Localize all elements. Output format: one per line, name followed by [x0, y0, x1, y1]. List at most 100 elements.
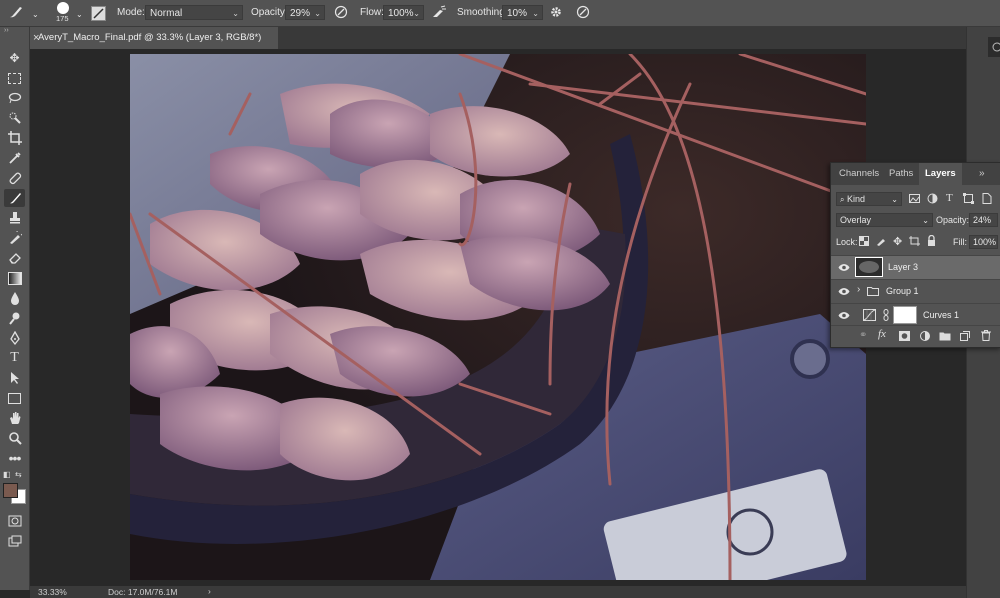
path-select-icon[interactable] [4, 369, 25, 387]
brush-preview-icon[interactable] [57, 2, 69, 14]
opacity-label: Opacity: [251, 7, 288, 18]
eye-icon[interactable] [838, 287, 850, 297]
smoothing-value: 10% [507, 8, 528, 19]
filter-adjustment-icon[interactable] [927, 193, 938, 207]
hand-icon[interactable] [4, 409, 25, 427]
tab-layers[interactable]: Layers [919, 163, 962, 185]
opacity-field[interactable]: 29% ⌄ [285, 5, 325, 20]
rectangle-icon[interactable] [4, 389, 25, 407]
brush-picker-chevron-icon[interactable]: ⌄ [76, 8, 83, 22]
fill-label: Fill: [953, 237, 967, 247]
layer-opacity-value: 24% [973, 215, 992, 225]
pen-icon[interactable] [4, 329, 25, 347]
gradient-icon[interactable] [4, 269, 25, 287]
lock-pixels-icon[interactable] [876, 236, 886, 249]
add-mask-icon[interactable] [899, 331, 910, 344]
curves-adjustment-icon [863, 309, 876, 324]
quick-select-icon[interactable] [4, 109, 25, 127]
panel-menu-icon[interactable]: » [979, 168, 985, 179]
lock-icon[interactable] [927, 234, 936, 249]
blur-icon[interactable] [4, 289, 25, 307]
marquee-icon[interactable] [4, 69, 25, 87]
mode-label: Mode: [117, 7, 145, 18]
document-tab[interactable]: AveryT_Macro_Final.pdf @ 33.3% (Layer 3,… [30, 27, 278, 49]
stamp-icon[interactable] [4, 209, 25, 227]
brush-tool-icon[interactable] [4, 189, 25, 207]
trash-icon[interactable] [981, 330, 991, 344]
lock-position-icon[interactable]: ✥ [893, 235, 902, 248]
filter-pixel-icon[interactable] [909, 193, 920, 207]
new-layer-icon[interactable] [960, 331, 970, 344]
filter-smart-object-icon[interactable] [982, 193, 992, 207]
folder-icon[interactable] [939, 331, 951, 344]
airbrush-icon[interactable] [431, 5, 447, 22]
document-image[interactable] [130, 54, 866, 580]
chevron-down-icon: ⌄ [532, 9, 539, 18]
layer-name[interactable]: Layer 3 [888, 262, 918, 272]
fill-value: 100% [973, 237, 997, 247]
zoom-icon[interactable] [4, 429, 25, 447]
new-adjustment-icon[interactable] [920, 331, 930, 344]
smoothing-field[interactable]: 10% ⌄ [502, 5, 543, 20]
layer-mask-thumbnail[interactable] [893, 306, 917, 324]
layer-row-group-1[interactable]: › Group 1 [831, 279, 1000, 303]
more-icon[interactable]: ••• [4, 449, 25, 467]
blend-mode-dropdown[interactable]: Overlay ⌄ [836, 213, 933, 227]
lasso-icon[interactable] [4, 89, 25, 107]
eye-icon[interactable] [838, 263, 850, 273]
options-bar: ⌄ 175 ⌄ Mode: Normal ⌄ Opacity: 29% ⌄ Fl… [0, 0, 1000, 27]
link-layers-icon[interactable]: ⚭ [859, 330, 867, 341]
quick-mask-icon[interactable] [4, 512, 25, 530]
gear-icon[interactable] [549, 5, 563, 22]
layer-name[interactable]: Curves 1 [923, 310, 959, 320]
dodge-icon[interactable] [4, 309, 25, 327]
layer-name[interactable]: Group 1 [886, 286, 919, 296]
crop-icon[interactable] [4, 129, 25, 147]
brush-settings-icon[interactable] [91, 6, 106, 21]
fx-icon[interactable]: fx [878, 328, 886, 340]
lock-label: Lock: [836, 237, 858, 247]
layer-opacity-field[interactable]: 24% [969, 213, 998, 227]
lock-transparency-icon[interactable] [859, 236, 869, 249]
foreground-color-swatch[interactable] [3, 483, 18, 498]
filter-shape-icon[interactable] [963, 193, 974, 207]
tab-channels[interactable]: Channels [833, 163, 885, 185]
kind-filter-dropdown[interactable]: ⌕ Kind ⌄ [836, 192, 902, 206]
opacity-value: 29% [290, 8, 311, 19]
chevron-down-icon: ⌄ [232, 9, 239, 18]
mode-value: Normal [150, 8, 183, 19]
close-tab-icon[interactable]: × [33, 33, 39, 44]
mode-dropdown[interactable]: Normal ⌄ [145, 5, 243, 20]
chevron-down-icon: ⌄ [922, 216, 929, 225]
eyedropper-icon[interactable] [4, 149, 25, 167]
tools-panel: ›› ✥ T ••• ◧ ⇆ [0, 27, 30, 590]
lock-artboard-icon[interactable] [909, 236, 920, 249]
layers-panel: Channels Paths Layers » ⌕ Kind ⌄ T Overl… [830, 162, 1000, 348]
pressure-size-icon[interactable] [576, 5, 590, 22]
tool-preset-chevron-icon[interactable]: ⌄ [32, 8, 39, 22]
filter-type-icon[interactable]: T [946, 192, 953, 204]
layer-row-layer-3[interactable]: Layer 3 [831, 255, 1000, 279]
zoom-level[interactable]: 33.33% [38, 587, 67, 597]
healing-icon[interactable] [4, 169, 25, 187]
expand-chevron-icon[interactable]: › [857, 284, 860, 295]
brush-icon[interactable] [8, 5, 24, 22]
default-colors-icon[interactable]: ◧ [3, 470, 11, 479]
chevron-down-icon: ⌄ [891, 195, 898, 204]
layer-row-curves-1[interactable]: Curves 1 [831, 303, 1000, 327]
status-menu-arrow-icon[interactable]: › [208, 586, 211, 596]
type-icon[interactable]: T [4, 349, 25, 367]
move-icon[interactable]: ✥ [4, 49, 25, 67]
screen-mode-icon[interactable] [4, 532, 25, 550]
fill-field[interactable]: 100% [969, 235, 998, 249]
eraser-icon[interactable] [4, 249, 25, 267]
link-icon[interactable] [883, 309, 889, 324]
history-brush-icon[interactable] [4, 229, 25, 247]
collapse-chevrons-icon[interactable]: ›› [4, 27, 9, 34]
panel-collapse-icon[interactable] [988, 37, 1000, 57]
eye-icon[interactable] [838, 311, 850, 321]
swap-colors-icon[interactable]: ⇆ [15, 470, 22, 479]
pressure-opacity-icon[interactable] [334, 5, 348, 22]
flow-field[interactable]: 100% ⌄ [383, 5, 424, 20]
tab-paths[interactable]: Paths [883, 163, 919, 185]
